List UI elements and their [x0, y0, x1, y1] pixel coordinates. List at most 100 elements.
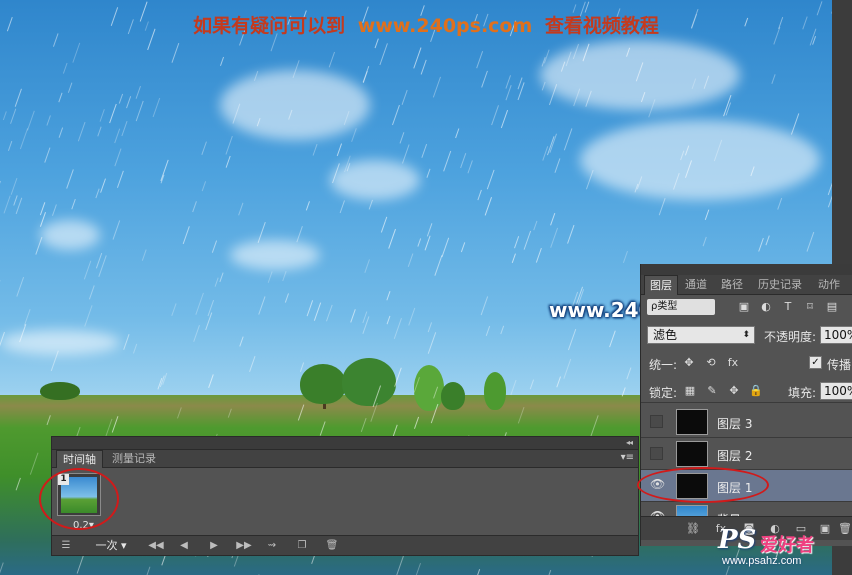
- lock-all-icon[interactable]: 🔒: [749, 384, 763, 398]
- rain-streak: [328, 51, 336, 68]
- visibility-toggle[interactable]: [650, 447, 663, 460]
- lock-image-icon[interactable]: ✎: [705, 384, 719, 398]
- opacity-label: 不透明度:: [764, 330, 817, 344]
- rain-streak: [299, 362, 305, 372]
- layer-row[interactable]: 图层 2: [641, 438, 852, 470]
- tab-actions[interactable]: 动作: [813, 275, 845, 295]
- rain-streak: [401, 89, 408, 105]
- rain-streak: [99, 109, 105, 122]
- rain-streak: [510, 379, 517, 396]
- rain-streak: [10, 177, 18, 195]
- banner-url: www.240ps.com: [357, 15, 533, 37]
- rain-streak: [207, 299, 215, 317]
- tab-measurement-log[interactable]: 测量记录: [106, 450, 162, 468]
- rain-streak: [313, 302, 322, 321]
- rain-streak: [476, 50, 484, 69]
- duplicate-frame-icon[interactable]: ❐: [292, 538, 312, 554]
- pixel-filter-icon[interactable]: ▣: [737, 300, 751, 314]
- rain-streak: [427, 322, 433, 333]
- rain-streak: [284, 293, 289, 303]
- layers-panel: 图层 通道 路径 历史记录 动作 ρ类型 ▣ ◐ T ⌑ ▤ 滤色 ⬍ 不透明度…: [640, 264, 852, 546]
- delete-frame-icon[interactable]: 🗑: [322, 538, 342, 554]
- visibility-toggle[interactable]: [650, 415, 663, 428]
- unify-style-icon[interactable]: fx: [725, 355, 741, 371]
- first-frame-icon[interactable]: ◀◀: [144, 538, 168, 554]
- timeline-tabs: 时间轴 测量记录 ▾≡: [52, 450, 638, 468]
- tree: [342, 358, 396, 406]
- play-icon[interactable]: ▶: [204, 538, 224, 554]
- rain-streak: [160, 159, 169, 182]
- kind-filter-select[interactable]: ρ类型: [647, 299, 715, 315]
- rain-streak: [399, 132, 405, 144]
- layers-titlebar[interactable]: [641, 264, 852, 275]
- unify-position-icon[interactable]: ✥: [681, 355, 697, 371]
- rain-streak: [567, 328, 577, 351]
- rain-streak: [806, 231, 815, 252]
- collapse-icon[interactable]: ◂◂: [626, 438, 633, 447]
- tab-channels[interactable]: 通道: [680, 275, 712, 295]
- rain-streak: [421, 143, 428, 158]
- rain-streak: [424, 235, 431, 251]
- lock-transparent-icon[interactable]: ▦: [683, 384, 697, 398]
- tab-timeline[interactable]: 时间轴: [56, 450, 103, 468]
- smart-object-filter-icon[interactable]: ▤: [825, 300, 839, 314]
- convert-timeline-icon[interactable]: ☰: [56, 538, 76, 554]
- rain-streak: [362, 65, 370, 83]
- fill-label: 填充:: [788, 386, 817, 400]
- cloud: [40, 220, 100, 250]
- timeline-titlebar[interactable]: ◂◂: [52, 437, 638, 450]
- rain-streak: [112, 220, 121, 240]
- rain-streak: [95, 252, 103, 269]
- previous-frame-icon[interactable]: ◀: [174, 538, 194, 554]
- loop-options-select[interactable]: 一次 ▾: [82, 538, 140, 554]
- rain-streak: [258, 296, 266, 315]
- fill-input[interactable]: 100%: [820, 382, 852, 400]
- panel-menu-icon[interactable]: ▾≡: [621, 452, 634, 463]
- rain-streak: [214, 277, 219, 287]
- adjustment-filter-icon[interactable]: ◐: [759, 300, 773, 314]
- rain-streak: [208, 374, 214, 389]
- unify-visibility-icon[interactable]: ⟲: [703, 355, 719, 371]
- rain-streak: [238, 202, 244, 216]
- tab-layers[interactable]: 图层: [644, 275, 678, 295]
- rain-streak: [66, 169, 74, 189]
- link-icon[interactable]: ⛓: [685, 521, 701, 537]
- rain-streak: [765, 235, 770, 246]
- propagate-label: 传播: [827, 358, 852, 372]
- layer-row[interactable]: 图层 3: [641, 406, 852, 438]
- tab-history[interactable]: 历史记录: [753, 275, 807, 295]
- rain-streak: [98, 255, 107, 277]
- lock-position-icon[interactable]: ✥: [727, 384, 741, 398]
- shape-filter-icon[interactable]: ⌑: [803, 300, 817, 314]
- type-filter-icon[interactable]: T: [781, 300, 795, 314]
- next-frame-icon[interactable]: ▶▶: [232, 538, 256, 554]
- rain-streak: [535, 247, 542, 263]
- rain-streak: [192, 201, 197, 213]
- rain-streak: [16, 276, 25, 297]
- rain-streak: [500, 325, 505, 335]
- tab-paths[interactable]: 路径: [716, 275, 748, 295]
- propagate-checkbox[interactable]: ✓: [809, 356, 822, 369]
- layer-filter-row: ρ类型 ▣ ◐ T ⌑ ▤: [641, 295, 852, 319]
- rain-streak: [485, 325, 491, 337]
- rain-streak: [249, 356, 256, 372]
- rain-streak: [83, 260, 92, 280]
- tween-icon[interactable]: ⇝: [262, 538, 282, 554]
- rain-streak: [267, 271, 273, 283]
- rain-streak: [326, 304, 333, 322]
- rain-streak: [477, 189, 482, 201]
- rain-streak: [135, 100, 144, 122]
- layer-row[interactable]: 👁 背景: [641, 502, 852, 516]
- opacity-input[interactable]: 100%: [820, 326, 852, 344]
- tree: [300, 364, 346, 404]
- rain-streak: [480, 296, 489, 316]
- rain-streak: [39, 212, 46, 227]
- rain-streak: [417, 238, 422, 247]
- rain-streak: [239, 336, 244, 347]
- rain-streak: [609, 330, 616, 348]
- blend-mode-select[interactable]: 滤色 ⬍: [647, 326, 755, 344]
- rain-streak: [157, 377, 163, 390]
- rain-streak: [114, 128, 121, 144]
- rain-streak: [351, 128, 357, 142]
- rain-streak: [3, 195, 11, 214]
